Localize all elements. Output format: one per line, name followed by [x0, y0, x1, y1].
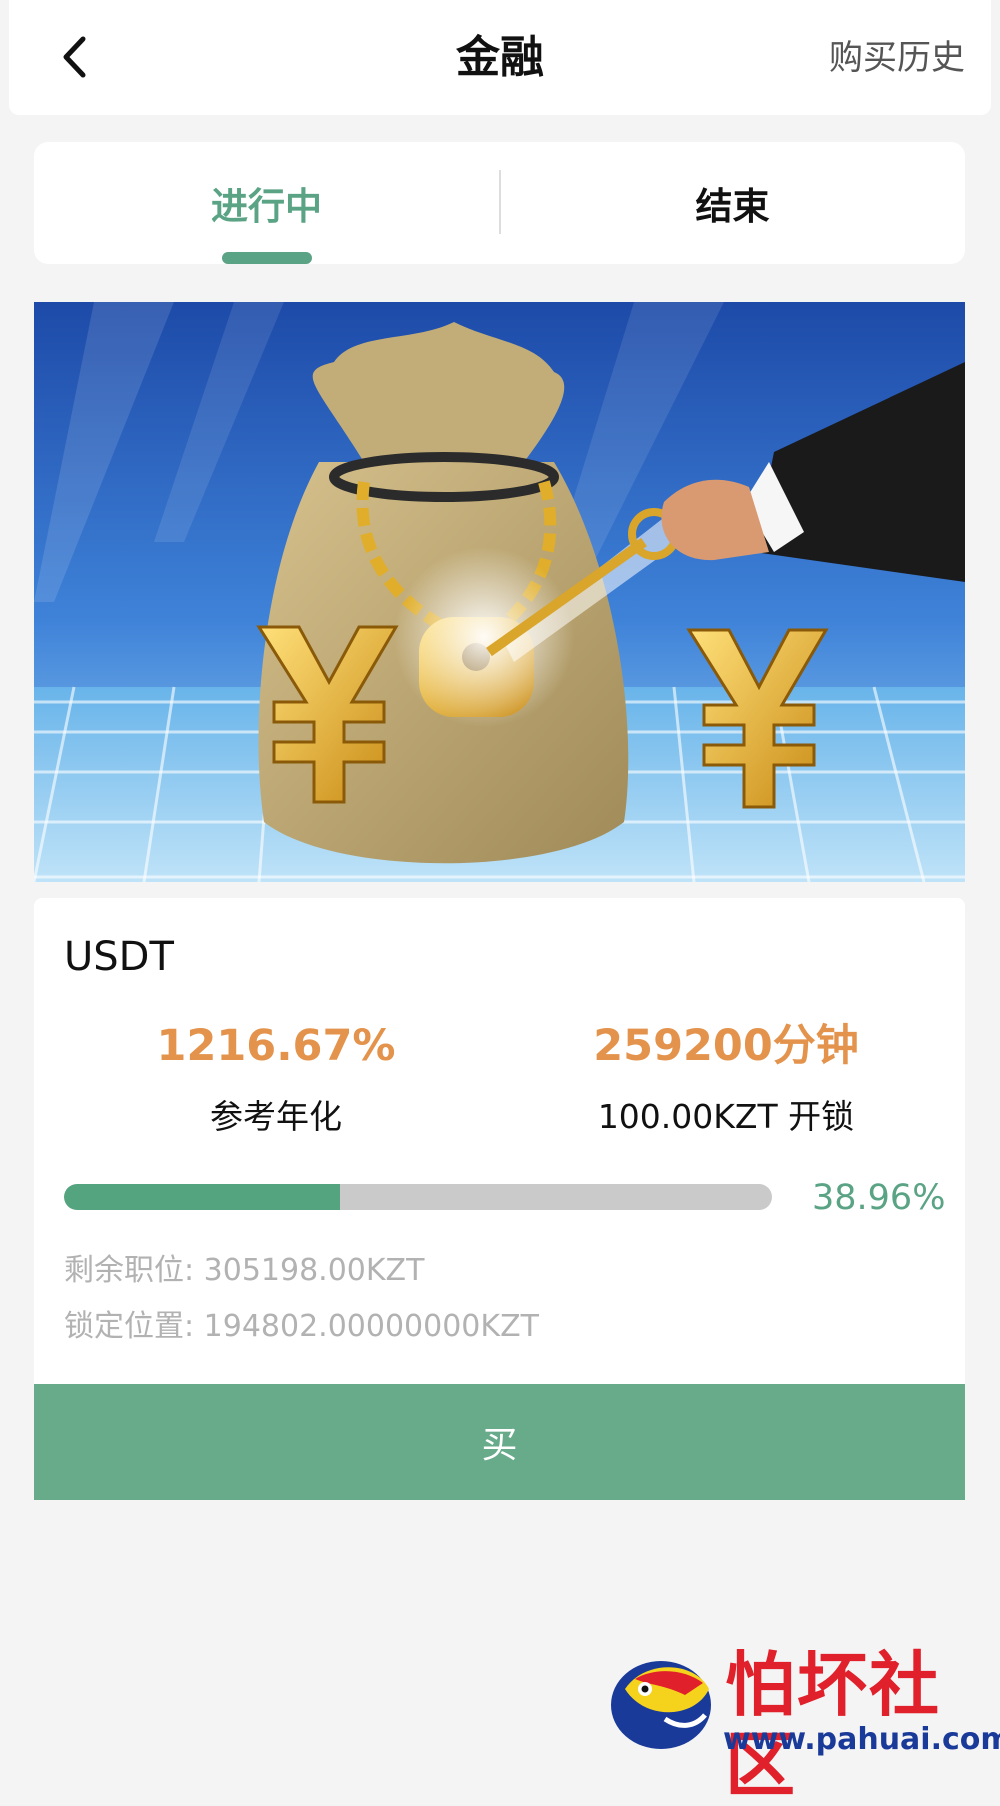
- money-bag-lock-illustration: [34, 302, 965, 882]
- tab-in-progress[interactable]: 进行中: [34, 142, 499, 264]
- tab-bar: 进行中 结束: [34, 142, 965, 264]
- progress-percent: 38.96%: [812, 1178, 946, 1218]
- fish-logo-icon: [611, 1661, 711, 1749]
- unlock-amount-label: 100.00KZT 开锁: [597, 1097, 855, 1136]
- duration-value: 259200分钟: [593, 1021, 859, 1071]
- remaining-positions: 剩余职位: 305198.00KZT: [64, 1253, 425, 1288]
- locked-positions: 锁定位置: 194802.00000000KZT: [64, 1309, 539, 1344]
- banner-image: [34, 302, 965, 882]
- top-bar: 金融 购买历史: [9, 0, 991, 115]
- tab-ended[interactable]: 结束: [500, 142, 965, 264]
- annual-rate-label: 参考年化: [210, 1097, 342, 1136]
- progress-bar-fill: [64, 1184, 340, 1210]
- product-name: USDT: [64, 934, 174, 980]
- purchase-history-link[interactable]: 购买历史: [829, 34, 965, 82]
- progress-bar: [64, 1184, 772, 1210]
- active-tab-indicator: [222, 252, 312, 264]
- watermark-url: www.pahuai.com: [723, 1722, 1000, 1757]
- watermark-logo: 怕坏社区 www.pahuai.com: [605, 1645, 1000, 1805]
- annual-rate-value: 1216.67%: [156, 1021, 396, 1071]
- buy-button[interactable]: 买: [34, 1384, 965, 1500]
- product-card: USDT 1216.67% 参考年化 259200分钟 100.00KZT 开锁…: [34, 898, 965, 1384]
